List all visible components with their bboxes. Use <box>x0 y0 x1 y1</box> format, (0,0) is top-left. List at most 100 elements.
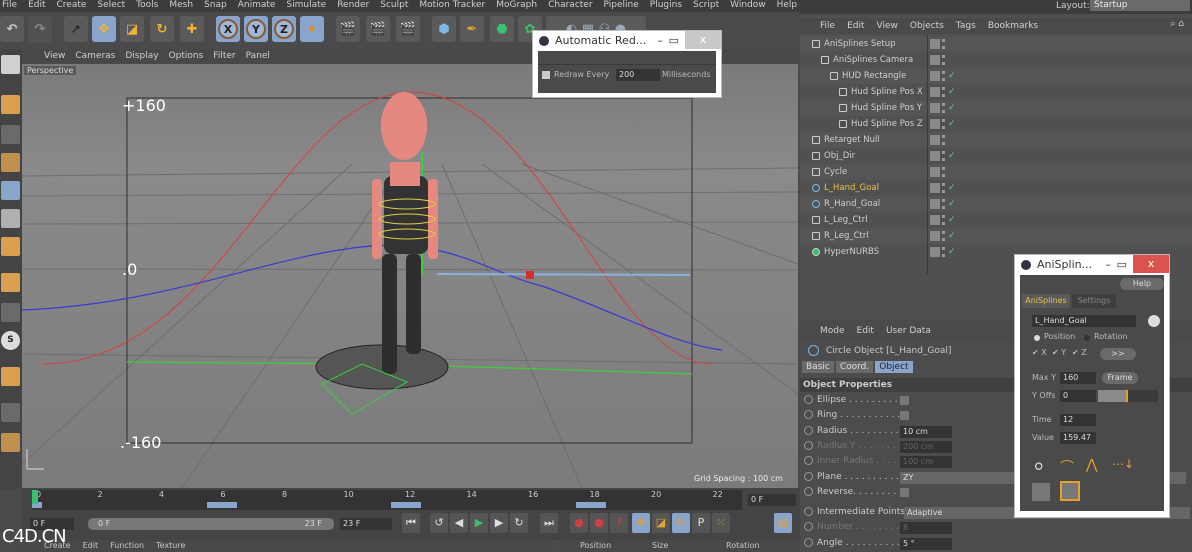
cube-selected-icon[interactable] <box>1060 481 1080 501</box>
om-menu-tags[interactable]: Tags <box>956 18 976 34</box>
menu-simulate[interactable]: Simulate <box>286 0 326 12</box>
layer-toggle-icon[interactable] <box>930 103 940 113</box>
property-checkbox[interactable] <box>900 396 909 405</box>
close-button[interactable]: x <box>1133 255 1169 273</box>
menu-tools[interactable]: Tools <box>136 0 158 12</box>
render-picture-viewer-button[interactable]: 🎬 <box>366 16 390 42</box>
keyframe-selection-button[interactable]: ? <box>610 513 628 533</box>
layer-toggle-icon[interactable] <box>930 87 940 97</box>
am-menu-user-data[interactable]: User Data <box>886 324 931 339</box>
enabled-check-icon[interactable]: ✓ <box>948 244 956 260</box>
animation-radio-icon[interactable] <box>804 410 813 420</box>
prev-frame-button[interactable]: ◀ <box>450 513 468 533</box>
visibility-dots-icon[interactable] <box>942 199 945 209</box>
layer-toggle-icon[interactable] <box>930 39 940 49</box>
object-row[interactable]: R_Leg_Ctrl ✓ <box>800 228 1192 244</box>
z-axis-lock-button[interactable]: Z <box>272 16 296 42</box>
autokey-button[interactable]: ● <box>590 513 608 533</box>
object-row[interactable]: Hud Spline Pos Z ✓ <box>800 116 1192 132</box>
viewport-menu-view[interactable]: View <box>44 49 65 63</box>
axis-mode-button[interactable] <box>1 273 20 292</box>
object-row[interactable]: Hud Spline Pos X ✓ <box>800 84 1192 100</box>
object-row[interactable]: HUD Rectangle ✓ <box>800 68 1192 84</box>
timeline-scheme-button[interactable]: ▤ <box>774 513 792 533</box>
key-scale-button[interactable]: ◪ <box>652 513 670 533</box>
enabled-check-icon[interactable]: ✓ <box>948 148 956 164</box>
enabled-check-icon[interactable]: ✓ <box>948 196 956 212</box>
enabled-check-icon[interactable]: ✓ <box>948 228 956 244</box>
goto-start-button[interactable]: ⏮ <box>402 513 420 533</box>
rotation-radio[interactable] <box>1084 335 1090 341</box>
key-rotation-button[interactable]: ↻ <box>672 513 690 533</box>
move-tool-button[interactable]: ✥ <box>92 16 116 42</box>
current-frame-field[interactable]: 0 F <box>748 494 796 506</box>
property-checkbox[interactable] <box>900 411 909 421</box>
frame-range-slider[interactable]: 0 F 23 F <box>88 518 334 530</box>
viewport-perspective[interactable]: Perspective +160 .0 .-160 Grid Spacing :… <box>21 64 799 489</box>
layer-toggle-icon[interactable] <box>930 167 940 177</box>
snap-button[interactable]: S <box>1 331 20 350</box>
position-radio[interactable] <box>1034 335 1040 341</box>
visibility-dots-icon[interactable] <box>942 231 945 241</box>
menu-render[interactable]: Render <box>337 0 369 12</box>
visibility-dots-icon[interactable] <box>942 87 945 97</box>
tab-coord[interactable]: Coord. <box>835 361 874 373</box>
visibility-dots-icon[interactable] <box>942 71 945 81</box>
object-row[interactable]: L_Hand_Goal ✓ <box>800 180 1192 196</box>
maximize-button[interactable]: ▭ <box>669 31 679 51</box>
layout-dropdown[interactable]: Startup <box>1090 0 1190 11</box>
axis-x-checkbox[interactable]: ✔ X <box>1032 348 1047 357</box>
menu-window[interactable]: Window <box>730 0 766 12</box>
layer-toggle-icon[interactable] <box>930 119 940 129</box>
next-key-button[interactable]: ↻ <box>510 513 528 533</box>
undo-button[interactable]: ↶ <box>0 16 24 42</box>
enabled-check-icon[interactable]: ✓ <box>948 84 956 100</box>
om-menu-view[interactable]: View <box>877 18 898 34</box>
minimize-button[interactable]: – <box>1106 255 1112 275</box>
object-row[interactable]: L_Leg_Ctrl ✓ <box>800 212 1192 228</box>
pen-button[interactable]: ✒ <box>460 16 484 42</box>
layer-toggle-icon[interactable] <box>930 183 940 193</box>
animation-radio-icon[interactable] <box>804 456 813 466</box>
menu-sculpt[interactable]: Sculpt <box>380 0 408 12</box>
material-menu-function[interactable]: Function <box>110 540 144 552</box>
more-button[interactable]: >> <box>1100 348 1136 360</box>
layer-toggle-icon[interactable] <box>930 135 940 145</box>
value-field[interactable]: 159.47 <box>1060 432 1096 444</box>
tab-settings[interactable]: Settings <box>1072 294 1116 308</box>
viewport-menu-cameras[interactable]: Cameras <box>75 49 115 63</box>
om-menu-objects[interactable]: Objects <box>910 18 944 34</box>
material-menu-edit[interactable]: Edit <box>83 540 99 552</box>
property-field[interactable]: 5 ° <box>900 537 952 550</box>
material-menu-texture[interactable]: Texture <box>156 540 185 552</box>
enabled-check-icon[interactable]: ✓ <box>948 68 956 84</box>
layer-toggle-icon[interactable] <box>930 247 940 257</box>
viewport-menu-panel[interactable]: Panel <box>246 49 270 63</box>
animation-radio-icon[interactable] <box>804 471 813 481</box>
animation-radio-icon[interactable] <box>804 537 813 547</box>
points-mode-button[interactable] <box>1 181 20 200</box>
redraw-interval-field[interactable]: 200 <box>616 69 660 81</box>
object-row[interactable]: AniSplines Setup <box>800 36 1192 52</box>
am-menu-mode[interactable]: Mode <box>820 324 845 339</box>
render-view-button[interactable]: 🎬 <box>336 16 360 42</box>
visibility-dots-icon[interactable] <box>942 247 945 257</box>
workplane-grid-button[interactable] <box>1 403 20 422</box>
model-mode-button[interactable] <box>1 95 20 114</box>
maximize-button[interactable]: ▭ <box>1117 255 1127 275</box>
lock-workplane-button[interactable] <box>1 433 20 452</box>
x-axis-lock-button[interactable]: X <box>216 16 240 42</box>
edges-mode-button[interactable] <box>1 209 20 228</box>
viewport-menu-options[interactable]: Options <box>169 49 204 63</box>
menu-motion-tracker[interactable]: Motion Tracker <box>419 0 485 12</box>
property-field[interactable]: 8 <box>900 522 952 535</box>
enabled-check-icon[interactable]: ✓ <box>948 180 956 196</box>
menu-plugins[interactable]: Plugins <box>650 0 682 12</box>
record-button[interactable]: ● <box>570 513 588 533</box>
menu-pipeline[interactable]: Pipeline <box>604 0 639 12</box>
visibility-dots-icon[interactable] <box>942 183 945 193</box>
layer-toggle-icon[interactable] <box>930 71 940 81</box>
polygons-mode-button[interactable] <box>1 237 20 256</box>
visibility-dots-icon[interactable] <box>942 39 945 49</box>
property-field[interactable]: 200 cm <box>900 440 952 453</box>
